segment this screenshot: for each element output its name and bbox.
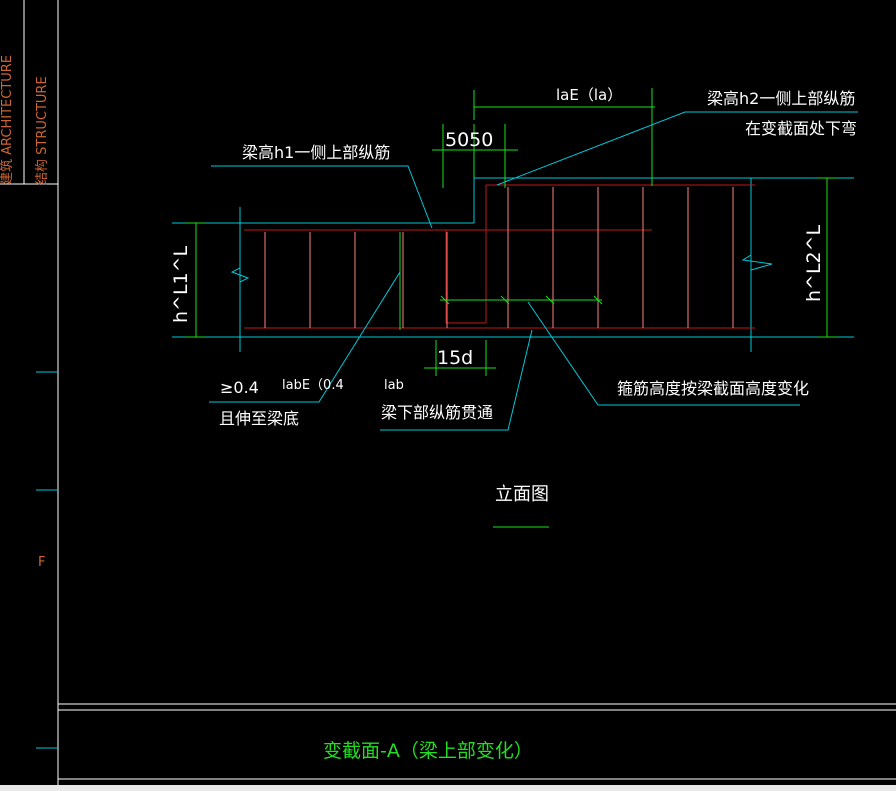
h1-label: h^L1^L: [170, 245, 192, 323]
right-break-symbol: [741, 240, 773, 290]
drawing-title: 变截面-A（梁上部变化）: [323, 740, 533, 762]
h1-top-bars-leader: [211, 165, 433, 229]
d15-label: 15d: [437, 347, 473, 369]
h2-label: h^L2^L: [803, 224, 825, 302]
labe-label: labE（0.4: [282, 378, 344, 393]
h1-top-bars-annotation: 梁高h1一侧上部纵筋: [242, 143, 390, 162]
bottom-bars-annotation: 梁下部纵筋贯通: [381, 403, 493, 422]
lab-label: lab: [384, 378, 404, 393]
lae-label: laE（la）: [556, 86, 622, 104]
left-break-symbol: [230, 240, 250, 310]
view-label: 立面图: [495, 484, 549, 505]
drawing-canvas: 建筑 ARCHITECTURE 结构 STRUCTURE F laE（la） 5…: [0, 0, 896, 785]
extend-to-bottom-annotation: 且伸至梁底: [219, 409, 299, 428]
h2-top-bars-annotation-line2: 在变截面处下弯: [745, 119, 857, 138]
stirrup-note-annotation: 箍筋高度按梁截面高度变化: [617, 379, 809, 398]
grid-label-f: F: [38, 555, 45, 570]
offsets-label: 5050: [445, 129, 493, 151]
rebar-lines: [244, 184, 755, 329]
architecture-label: 建筑 ARCHITECTURE: [0, 55, 15, 185]
beam-outline: [172, 177, 854, 352]
stirrups: [264, 187, 734, 328]
ge-label: ≥0.4: [220, 378, 259, 397]
window-bottom-strip: [0, 785, 896, 791]
h2-top-bars-annotation: 梁高h2一侧上部纵筋: [707, 89, 855, 108]
structure-label: 结构 STRUCTURE: [35, 76, 50, 185]
dimension-lines: [186, 88, 837, 376]
